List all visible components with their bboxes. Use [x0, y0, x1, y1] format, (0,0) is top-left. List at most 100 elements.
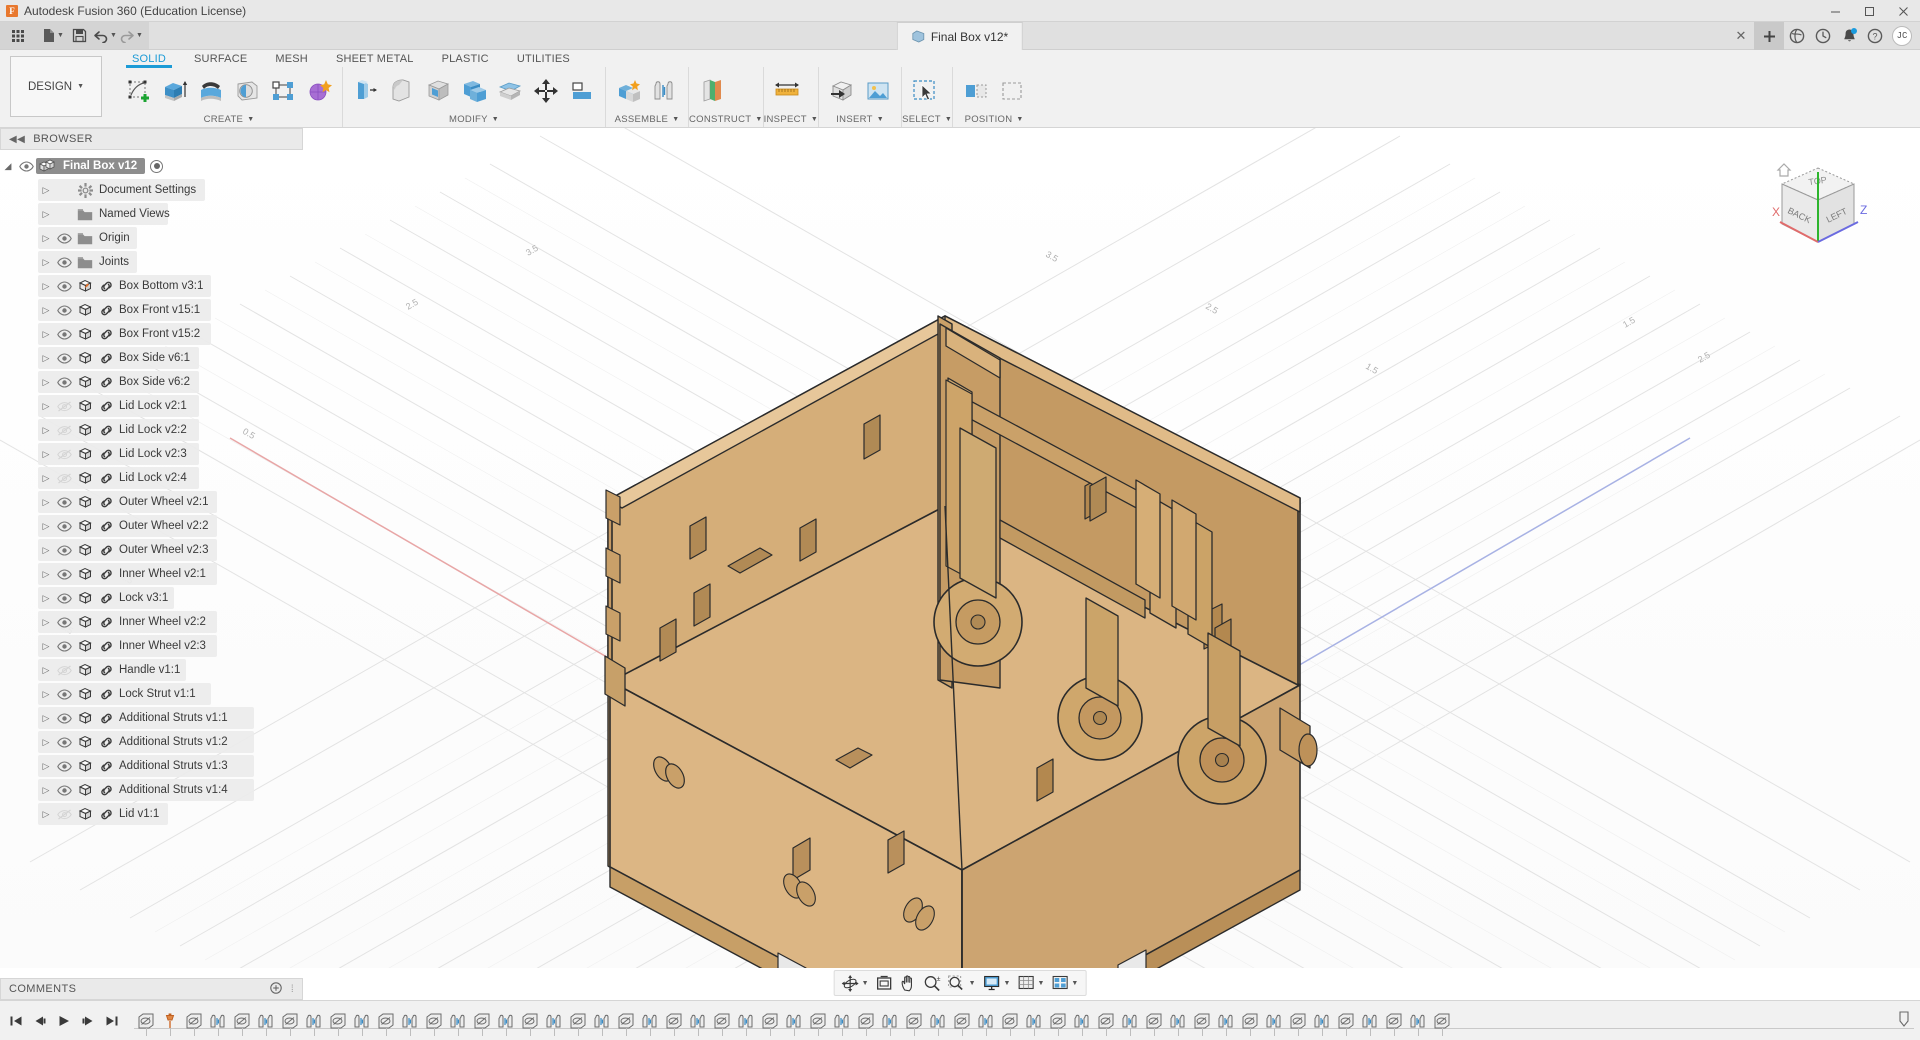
external-link-icon[interactable]: [96, 664, 116, 677]
tree-item-outer-wheel-v2-1[interactable]: ▷Outer Wheel v2:1: [0, 490, 303, 514]
expand-arrow-icon[interactable]: ▷: [38, 689, 54, 700]
visibility-eye-icon[interactable]: [54, 809, 74, 820]
timeline-feature-sketch[interactable]: [950, 1001, 974, 1040]
ribbon-group-label-insert[interactable]: INSERT▼: [819, 112, 901, 127]
external-link-icon[interactable]: [96, 280, 116, 293]
fit-icon[interactable]: ▼: [945, 972, 979, 994]
sweep-icon[interactable]: [230, 74, 264, 108]
new-component-icon[interactable]: [612, 74, 646, 108]
timeline-feature-sketch[interactable]: [1238, 1001, 1262, 1040]
external-link-icon[interactable]: [96, 592, 116, 605]
expand-arrow-icon[interactable]: ▷: [38, 737, 54, 748]
extrude-icon[interactable]: [158, 74, 192, 108]
press-pull-icon[interactable]: [349, 74, 383, 108]
expand-arrow-icon[interactable]: ▷: [38, 665, 54, 676]
position-alt-icon[interactable]: [995, 74, 1029, 108]
go-to-end-button[interactable]: [102, 1008, 122, 1034]
expand-arrow-icon[interactable]: ▷: [38, 449, 54, 460]
emboss-icon[interactable]: [302, 74, 336, 108]
timeline-feature-sketch[interactable]: [614, 1001, 638, 1040]
timeline-feature-joint[interactable]: [686, 1001, 710, 1040]
go-to-beginning-button[interactable]: [6, 1008, 26, 1034]
ribbon-group-label-create[interactable]: CREATE▼: [116, 112, 342, 127]
tree-item-box-front-v15-1[interactable]: ▷Box Front v15:1: [0, 298, 303, 322]
timeline-feature-sketch[interactable]: [134, 1001, 158, 1040]
combine-icon[interactable]: [457, 74, 491, 108]
timeline-feature-sketch[interactable]: [326, 1001, 350, 1040]
tree-item-inner-wheel-v2-1[interactable]: ▷Inner Wheel v2:1: [0, 562, 303, 586]
step-forward-button[interactable]: [78, 1008, 98, 1034]
timeline-feature-joint[interactable]: [302, 1001, 326, 1040]
comments-add-icon[interactable]: [270, 982, 282, 997]
visibility-eye-icon[interactable]: [54, 497, 74, 508]
timeline-feature-joint[interactable]: [734, 1001, 758, 1040]
external-link-icon[interactable]: [96, 304, 116, 317]
external-link-icon[interactable]: [96, 448, 116, 461]
close-button[interactable]: [1886, 0, 1920, 22]
timeline-feature-sketch[interactable]: [806, 1001, 830, 1040]
visibility-eye-icon[interactable]: [54, 545, 74, 556]
ribbon-group-label-modify[interactable]: MODIFY▼: [343, 112, 605, 127]
zoom-icon[interactable]: ±: [921, 972, 944, 994]
measure-icon[interactable]: [770, 74, 804, 108]
timeline-feature-sketch[interactable]: [374, 1001, 398, 1040]
offset-plane-icon[interactable]: [695, 74, 729, 108]
clock-icon[interactable]: [1810, 22, 1836, 50]
timeline-feature-joint[interactable]: [782, 1001, 806, 1040]
tree-item-box-front-v15-2[interactable]: ▷Box Front v15:2: [0, 322, 303, 346]
timeline-end-marker[interactable]: [1894, 1001, 1914, 1040]
expand-arrow-icon[interactable]: ▷: [38, 185, 54, 196]
tree-item-lid-lock-v2-4[interactable]: ▷Lid Lock v2:4: [0, 466, 303, 490]
timeline-feature-joint[interactable]: [1118, 1001, 1142, 1040]
expand-arrow-icon[interactable]: ◢: [0, 161, 16, 172]
external-link-icon[interactable]: [96, 568, 116, 581]
expand-arrow-icon[interactable]: ▷: [38, 233, 54, 244]
visibility-eye-icon[interactable]: [54, 257, 74, 268]
chevron-down-icon[interactable]: ▼: [1004, 980, 1011, 987]
expand-arrow-icon[interactable]: ▷: [38, 569, 54, 580]
comments-resize-handle[interactable]: ⁞: [291, 984, 294, 995]
tree-item-box-side-v6-1[interactable]: ▷Box Side v6:1: [0, 346, 303, 370]
expand-arrow-icon[interactable]: ▷: [38, 473, 54, 484]
tree-item-joints[interactable]: ▷Joints: [0, 250, 303, 274]
timeline-feature-sketch[interactable]: [854, 1001, 878, 1040]
tree-item-box-side-v6-2[interactable]: ▷Box Side v6:2: [0, 370, 303, 394]
timeline-feature-joint[interactable]: [350, 1001, 374, 1040]
tree-item-additional-struts-v1-2[interactable]: ▷Additional Struts v1:2: [0, 730, 303, 754]
visibility-eye-icon[interactable]: [54, 305, 74, 316]
timeline-feature-sketch[interactable]: [518, 1001, 542, 1040]
external-link-icon[interactable]: [96, 400, 116, 413]
timeline-feature-joint[interactable]: [398, 1001, 422, 1040]
save-icon[interactable]: [67, 24, 91, 48]
tab-plastic[interactable]: PLASTIC: [428, 53, 503, 67]
timeline-feature-marker[interactable]: [158, 1001, 182, 1040]
root-component-chip[interactable]: Final Box v12: [36, 158, 145, 174]
select-icon[interactable]: [908, 74, 942, 108]
display-settings-icon[interactable]: ▼: [980, 972, 1014, 994]
tree-item-lid-lock-v2-3[interactable]: ▷Lid Lock v2:3: [0, 442, 303, 466]
add-tab-button[interactable]: [1754, 22, 1784, 50]
timeline-feature-sketch[interactable]: [470, 1001, 494, 1040]
external-link-icon[interactable]: [96, 352, 116, 365]
tree-item-document-settings[interactable]: ▷Document Settings: [0, 178, 303, 202]
pan-icon[interactable]: [897, 972, 920, 994]
timeline-track[interactable]: [134, 1001, 1914, 1040]
tree-item-lock-v3-1[interactable]: ▷Lock v3:1: [0, 586, 303, 610]
chevron-down-icon[interactable]: ▼: [1037, 980, 1044, 987]
comments-panel[interactable]: COMMENTS ⁞: [0, 978, 303, 1000]
external-link-icon[interactable]: [96, 520, 116, 533]
expand-arrow-icon[interactable]: ▷: [38, 377, 54, 388]
timeline-feature-sketch[interactable]: [1382, 1001, 1406, 1040]
expand-arrow-icon[interactable]: ▷: [38, 521, 54, 532]
globe-icon[interactable]: [1784, 22, 1810, 50]
expand-arrow-icon[interactable]: ▷: [38, 497, 54, 508]
timeline-feature-sketch[interactable]: [710, 1001, 734, 1040]
tree-item-box-bottom-v3-1[interactable]: ▷Box Bottom v3:1: [0, 274, 303, 298]
tree-item-additional-struts-v1-4[interactable]: ▷Additional Struts v1:4: [0, 778, 303, 802]
timeline-feature-joint[interactable]: [446, 1001, 470, 1040]
expand-arrow-icon[interactable]: ▷: [38, 401, 54, 412]
visibility-eye-icon[interactable]: [54, 617, 74, 628]
timeline-feature-joint[interactable]: [254, 1001, 278, 1040]
timeline-feature-joint[interactable]: [542, 1001, 566, 1040]
visibility-eye-icon[interactable]: [54, 713, 74, 724]
